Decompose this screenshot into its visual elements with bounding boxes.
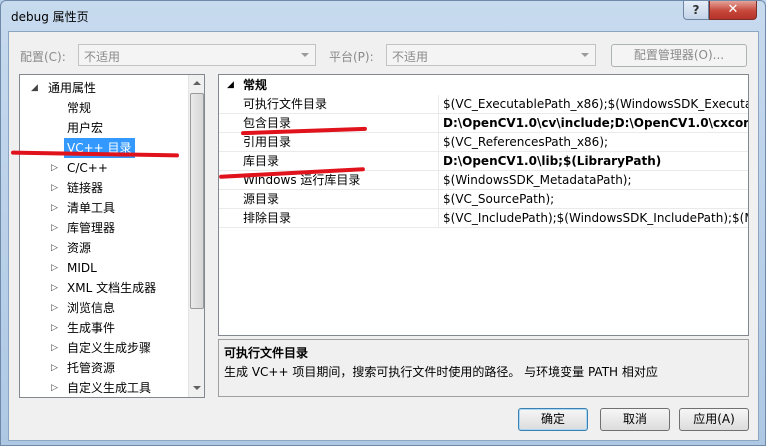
expand-triangle-icon[interactable]: ▷ xyxy=(51,278,58,298)
tree-item[interactable]: ▷ 生成事件 xyxy=(20,318,188,338)
column-divider xyxy=(438,190,439,209)
column-divider xyxy=(438,171,439,190)
property-name: 排除目录 xyxy=(243,211,292,225)
tree-item-label: 库管理器 xyxy=(67,221,116,235)
config-manager-button[interactable]: 配置管理器(O)... xyxy=(611,44,747,67)
tree-item-label: C/C++ xyxy=(67,161,108,175)
scroll-down-arrow-icon[interactable] xyxy=(189,380,204,397)
platform-dropdown-value: 不适用 xyxy=(392,50,429,64)
property-value[interactable]: $(VC_ExecutablePath_x86);$(WindowsSDK_Ex… xyxy=(443,95,748,114)
tree-item[interactable]: ▷ 库管理器 xyxy=(20,218,188,238)
tree-item-label: 自定义生成步骤 xyxy=(67,341,152,355)
column-divider xyxy=(438,95,439,114)
tree-item-label: XML 文档生成器 xyxy=(67,281,157,295)
tree-item[interactable]: 常规 xyxy=(20,98,188,118)
expand-triangle-icon[interactable]: ▷ xyxy=(51,238,58,258)
property-row[interactable]: 可执行文件目录 $(VC_ExecutablePath_x86);$(Window… xyxy=(219,95,748,114)
property-name: 可执行文件目录 xyxy=(243,97,328,111)
expand-triangle-icon[interactable]: ▷ xyxy=(51,178,58,198)
expand-triangle-icon[interactable]: ▷ xyxy=(51,298,58,318)
tree-item[interactable]: ▷ 资源 xyxy=(20,238,188,258)
tree-item-label: 生成事件 xyxy=(67,321,116,335)
expand-triangle-icon[interactable]: ▷ xyxy=(51,218,58,238)
property-row[interactable]: 库目录 D:\OpenCV1.0\lib;$(LibraryPath) xyxy=(219,152,748,171)
expand-triangle-icon[interactable]: ▷ xyxy=(51,158,58,178)
dialog-client-area: 配置(C): 不适用 平台(P): 不适用 配置管理器(O)... ◢ 通用属性常… xyxy=(8,31,759,441)
grid-category-row[interactable]: ◢ 常规 xyxy=(219,75,748,95)
config-dropdown-value: 不适用 xyxy=(84,50,121,64)
config-dropdown[interactable]: 不适用 xyxy=(78,44,316,66)
property-value[interactable]: $(VC_IncludePath);$(WindowsSDK_IncludePa… xyxy=(443,209,748,228)
expand-triangle-icon[interactable]: ▷ xyxy=(51,338,58,358)
help-button[interactable]: ? xyxy=(683,1,709,20)
property-row[interactable]: 引用目录 $(VC_ReferencesPath_x86); xyxy=(219,133,748,152)
column-divider xyxy=(438,114,439,133)
tree-item[interactable]: ◢ 通用属性 xyxy=(20,78,188,98)
tree-item-label: 用户宏 xyxy=(67,121,104,135)
cancel-button[interactable]: 取消 xyxy=(600,408,670,431)
expand-triangle-icon[interactable]: ▷ xyxy=(51,198,58,218)
tree-item[interactable]: ▷ 托管资源 xyxy=(20,358,188,378)
tree-item-label: MIDL xyxy=(67,261,97,275)
expand-triangle-icon[interactable]: ▷ xyxy=(51,318,58,338)
property-value[interactable]: $(VC_SourcePath); xyxy=(443,190,748,209)
description-panel: 可执行文件目录 生成 VC++ 项目期间，搜索可执行文件时使用的路径。 与环境变… xyxy=(218,339,749,397)
collapse-triangle-icon[interactable]: ◢ xyxy=(227,75,234,95)
tree-item-label: 托管资源 xyxy=(67,361,116,375)
tree-scrollbar[interactable] xyxy=(188,75,204,397)
column-divider xyxy=(438,152,439,171)
property-row[interactable]: 排除目录 $(VC_IncludePath);$(WindowsSDK_Inclu… xyxy=(219,209,748,228)
tree-item[interactable]: ▷ 浏览信息 xyxy=(20,298,188,318)
property-value[interactable]: D:\OpenCV1.0\cv\include;D:\OpenCV1.0\cxc… xyxy=(443,114,748,133)
tree-item[interactable]: ▷ C/C++ xyxy=(20,158,188,178)
expand-triangle-icon[interactable]: ▷ xyxy=(51,378,58,397)
config-label: 配置(C): xyxy=(20,50,66,64)
description-text: 生成 VC++ 项目期间，搜索可执行文件时使用的路径。 与环境变量 PATH 相… xyxy=(224,365,658,379)
title-bar[interactable]: debug 属性页 ? ✕ xyxy=(1,1,765,31)
platform-label: 平台(P): xyxy=(329,50,374,64)
property-value[interactable]: $(VC_ReferencesPath_x86); xyxy=(443,133,748,152)
tree-item[interactable]: ▷ 清单工具 xyxy=(20,198,188,218)
tree-item[interactable]: ▷ 链接器 xyxy=(20,178,188,198)
grid-category-label: 常规 xyxy=(243,78,268,92)
ok-button[interactable]: 确定 xyxy=(518,408,588,431)
tree-item-label: 通用属性 xyxy=(48,81,97,95)
property-name: 源目录 xyxy=(243,192,280,206)
property-row[interactable]: 源目录 $(VC_SourcePath); xyxy=(219,190,748,209)
collapse-triangle-icon[interactable]: ◢ xyxy=(31,78,38,98)
apply-button[interactable]: 应用(A) xyxy=(679,408,749,431)
tree-item[interactable]: ▷ 自定义生成工具 xyxy=(20,378,188,397)
tree-item[interactable]: 用户宏 xyxy=(20,118,188,138)
tree-item[interactable]: ▷ MIDL xyxy=(20,258,188,278)
chevron-down-icon xyxy=(581,53,589,57)
tree-item-label: 链接器 xyxy=(67,181,104,195)
config-toolbar: 配置(C): 不适用 平台(P): 不适用 配置管理器(O)... xyxy=(9,32,758,76)
scroll-up-arrow-icon[interactable] xyxy=(189,75,204,92)
column-divider xyxy=(438,133,439,152)
tree-item-label: 清单工具 xyxy=(67,201,116,215)
column-divider xyxy=(438,209,439,228)
chevron-down-icon xyxy=(301,53,309,57)
tree-item-label: 自定义生成工具 xyxy=(67,381,152,395)
scroll-thumb[interactable] xyxy=(190,93,204,309)
tree-item-label: 常规 xyxy=(67,101,92,115)
property-value[interactable]: $(WindowsSDK_MetadataPath); xyxy=(443,171,748,190)
close-button[interactable]: ✕ xyxy=(709,1,757,20)
property-value[interactable]: D:\OpenCV1.0\lib;$(LibraryPath) xyxy=(443,152,748,171)
expand-triangle-icon[interactable]: ▷ xyxy=(51,358,58,378)
property-tree[interactable]: ◢ 通用属性 常规 用户宏 VC++ 目录 ▷ C/C++ ▷ 链接器 ▷ 清单工具 ▷ 库管理器 ▷ 资源… xyxy=(19,74,205,398)
dialog-window: debug 属性页 ? ✕ 配置(C): 不适用 平台(P): 不适用 配置管理… xyxy=(0,0,766,446)
expand-triangle-icon[interactable]: ▷ xyxy=(51,258,58,278)
tree-item-label: 资源 xyxy=(67,241,92,255)
description-title: 可执行文件目录 xyxy=(224,346,309,360)
platform-dropdown[interactable]: 不适用 xyxy=(386,44,596,66)
tree-item-label: 浏览信息 xyxy=(67,301,116,315)
tree-item[interactable]: ▷ 自定义生成步骤 xyxy=(20,338,188,358)
property-name: 引用目录 xyxy=(243,135,292,149)
property-grid[interactable]: ◢ 常规 可执行文件目录 $(VC_ExecutablePath_x86);$(W… xyxy=(218,74,749,336)
window-title: debug 属性页 xyxy=(11,10,89,24)
tree-item[interactable]: ▷ XML 文档生成器 xyxy=(20,278,188,298)
